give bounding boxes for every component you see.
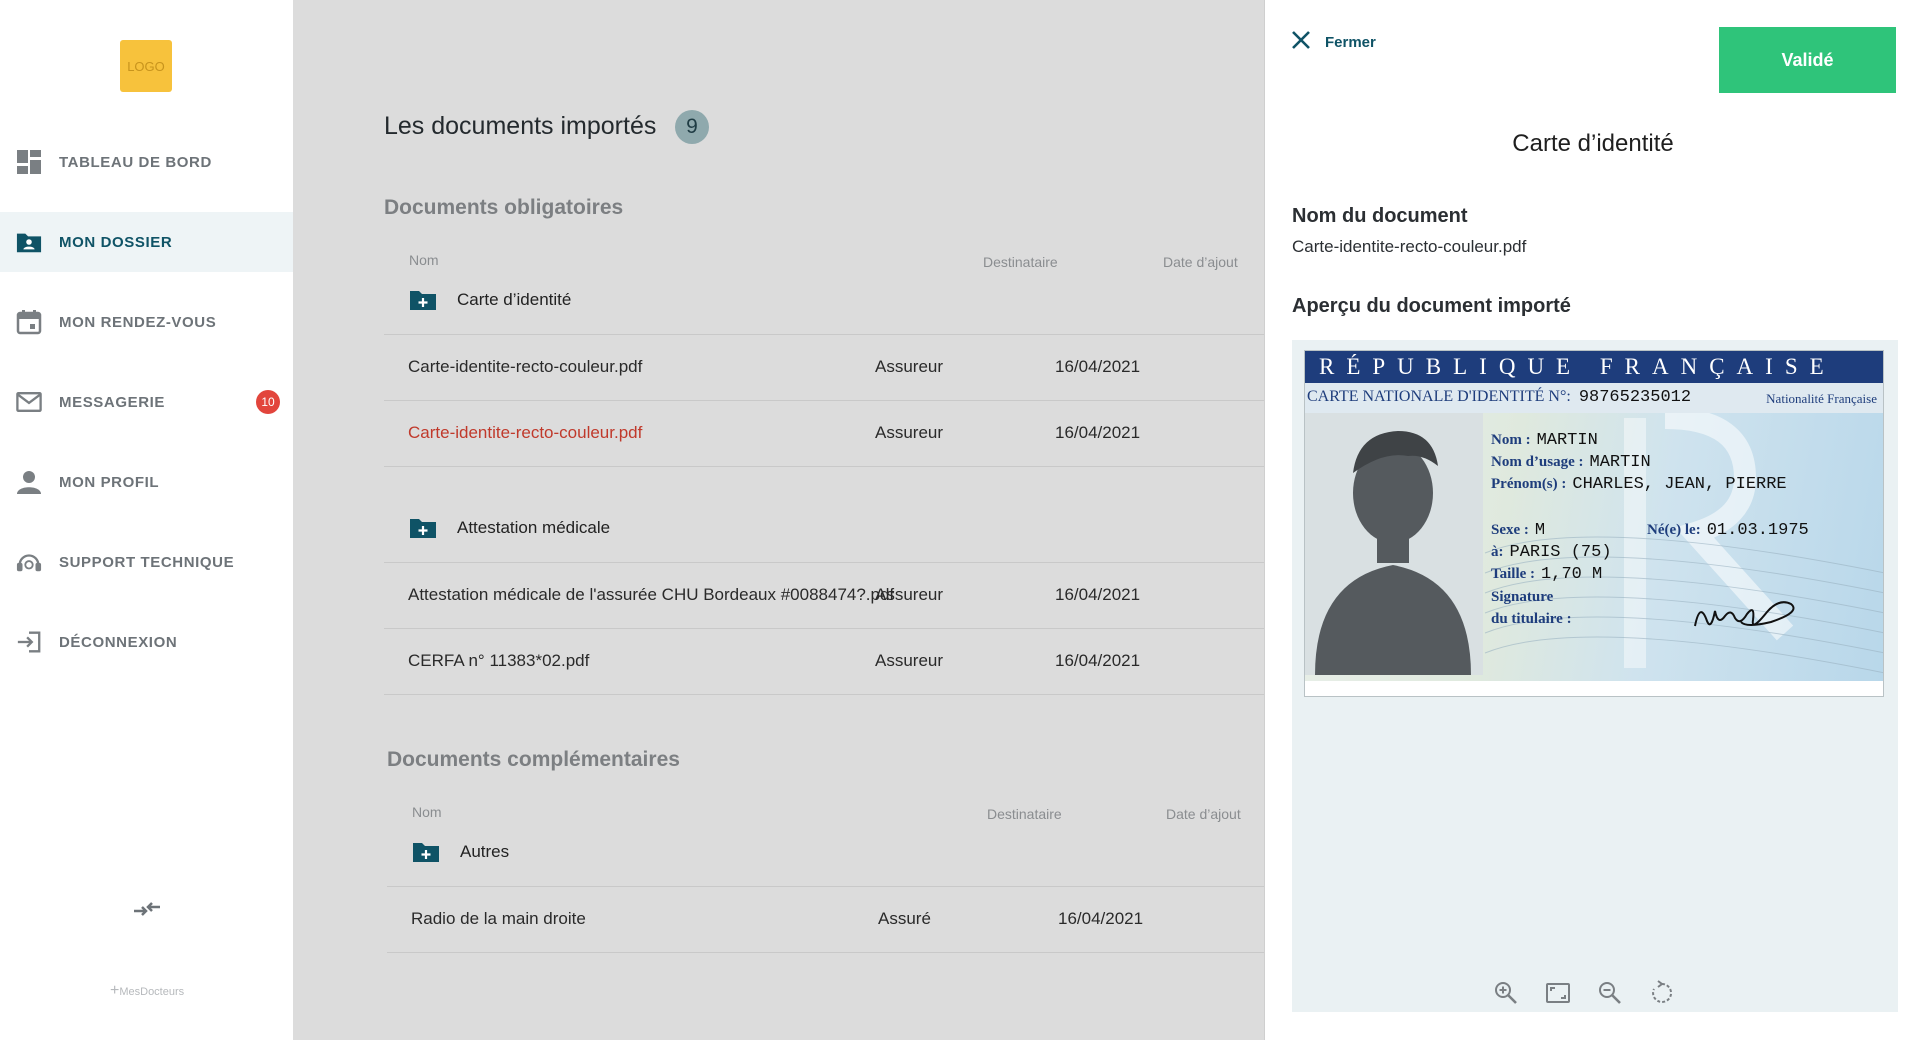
divider xyxy=(384,466,1264,467)
doc-name-value: Carte-identite-recto-couleur.pdf xyxy=(1292,237,1527,256)
sidebar-item-label: MON RENDEZ-VOUS xyxy=(59,313,217,331)
column-header-name: Nom xyxy=(412,804,442,820)
page-title: Les documents importés xyxy=(384,112,657,140)
fit-screen-icon[interactable] xyxy=(1545,980,1571,1006)
card-header: RÉPUBLIQUE FRANÇAISE xyxy=(1305,351,1883,383)
table-row-error[interactable]: Carte-identite-recto-couleur.pdf Assureu… xyxy=(384,400,1264,466)
folder-add-icon xyxy=(409,517,437,539)
preview-toolbar xyxy=(1292,980,1898,1006)
doc-date: 16/04/2021 xyxy=(1055,651,1141,670)
documents-count-badge: 9 xyxy=(675,110,709,144)
table-row[interactable]: CERFA n° 11383*02.pdf Assureur 16/04/202… xyxy=(384,628,1264,694)
sidebar-item-label: DÉCONNEXION xyxy=(59,633,178,651)
doc-recipient: Assuré xyxy=(878,909,931,928)
sidebar-item-label: SUPPORT TECHNIQUE xyxy=(59,553,235,571)
folder-label: Autres xyxy=(460,842,510,861)
documents-main: Les documents importés 9 Documents oblig… xyxy=(293,0,1267,1040)
table-row[interactable]: Attestation médicale de l'assurée CHU Bo… xyxy=(384,562,1264,628)
rotate-icon[interactable] xyxy=(1649,980,1675,1006)
folder-user-icon xyxy=(16,229,42,255)
sidebar-item-support-technique[interactable]: SUPPORT TECHNIQUE xyxy=(0,532,293,592)
doc-name[interactable]: Carte-identite-recto-couleur.pdf xyxy=(408,423,642,443)
document-preview[interactable]: RÉPUBLIQUE FRANÇAISE CARTE NATIONALE D'I… xyxy=(1292,340,1898,1012)
close-label: Fermer xyxy=(1325,34,1376,51)
folder-autres[interactable]: Autres xyxy=(412,832,509,872)
mail-icon xyxy=(16,389,42,415)
section-title-complementary: Documents complémentaires xyxy=(387,748,680,771)
sidebar-item-label: MON DOSSIER xyxy=(59,233,173,251)
doc-date: 16/04/2021 xyxy=(1055,357,1141,376)
signature-image xyxy=(1694,601,1795,627)
user-icon xyxy=(16,469,42,495)
portrait-silhouette xyxy=(1305,413,1483,675)
close-button[interactable]: Fermer xyxy=(1291,30,1376,55)
doc-recipient: Assureur xyxy=(875,357,944,376)
column-header-date: Date d’ajout xyxy=(1166,806,1241,822)
doc-recipient: Assureur xyxy=(875,423,944,442)
support-icon xyxy=(16,549,42,575)
brand-logo: +MesDocteurs xyxy=(110,982,185,999)
divider xyxy=(387,952,1264,953)
zoom-out-icon[interactable] xyxy=(1597,980,1623,1006)
section-title-mandatory: Documents obligatoires xyxy=(384,196,624,219)
folder-add-icon xyxy=(409,289,437,311)
divider xyxy=(384,694,1264,695)
sidebar: LOGO TABLEAU DE BORD MON DOSSIER MON REN… xyxy=(0,0,293,1040)
panel-title: Carte d’identité xyxy=(1512,130,1674,157)
logout-icon xyxy=(16,629,42,655)
preview-label: Aperçu du document importé xyxy=(1292,295,1571,317)
validate-button[interactable]: Validé xyxy=(1719,27,1896,93)
calendar-icon xyxy=(16,309,42,335)
folder-label: Attestation médicale xyxy=(457,518,611,537)
table-row[interactable]: Radio de la main droite Assuré 16/04/202… xyxy=(387,886,1267,952)
close-icon xyxy=(1291,30,1311,55)
sidebar-item-deconnexion[interactable]: DÉCONNEXION xyxy=(0,612,293,672)
doc-date: 16/04/2021 xyxy=(1055,585,1141,604)
sidebar-item-mon-rendez-vous[interactable]: MON RENDEZ-VOUS xyxy=(0,292,293,352)
sidebar-item-mon-profil[interactable]: MON PROFIL xyxy=(0,452,293,512)
folder-add-icon xyxy=(412,841,440,863)
sidebar-item-tableau-de-bord[interactable]: TABLEAU DE BORD xyxy=(0,132,293,192)
doc-name[interactable]: Carte-identite-recto-couleur.pdf xyxy=(408,357,642,377)
doc-recipient: Assureur xyxy=(875,651,944,670)
id-card-image: RÉPUBLIQUE FRANÇAISE CARTE NATIONALE D'I… xyxy=(1304,350,1884,697)
doc-date: 16/04/2021 xyxy=(1055,423,1141,442)
document-detail-panel: Fermer Validé Carte d’identité Nom du do… xyxy=(1264,0,1920,1040)
folder-label: Carte d’identité xyxy=(457,290,572,309)
column-header-date: Date d’ajout xyxy=(1163,254,1238,270)
sidebar-item-label: TABLEAU DE BORD xyxy=(59,153,212,171)
sidebar-item-mon-dossier[interactable]: MON DOSSIER xyxy=(0,212,293,272)
dashboard-icon xyxy=(16,149,42,175)
collapse-sidebar-icon[interactable] xyxy=(132,898,162,920)
folder-carte-identite[interactable]: Carte d’identité xyxy=(409,280,571,320)
doc-date: 16/04/2021 xyxy=(1058,909,1144,928)
zoom-in-icon[interactable] xyxy=(1493,980,1519,1006)
folder-attestation-medicale[interactable]: Attestation médicale xyxy=(409,508,610,548)
logo: LOGO xyxy=(120,40,172,92)
doc-name[interactable]: Attestation médicale de l'assurée CHU Bo… xyxy=(408,585,894,605)
column-header-recipient: Destinataire xyxy=(983,254,1058,270)
doc-name[interactable]: CERFA n° 11383*02.pdf xyxy=(408,651,589,671)
sidebar-item-label: MON PROFIL xyxy=(59,473,160,491)
doc-name-label: Nom du document xyxy=(1292,205,1468,227)
column-header-name: Nom xyxy=(409,252,439,268)
table-row[interactable]: Carte-identite-recto-couleur.pdf Assureu… xyxy=(384,334,1264,400)
sidebar-item-messagerie[interactable]: MESSAGERIE 10 xyxy=(0,372,293,432)
unread-badge: 10 xyxy=(256,390,280,414)
sidebar-item-label: MESSAGERIE xyxy=(59,393,166,411)
doc-name[interactable]: Radio de la main droite xyxy=(411,909,586,929)
column-header-recipient: Destinataire xyxy=(987,806,1062,822)
doc-recipient: Assureur xyxy=(875,585,944,604)
